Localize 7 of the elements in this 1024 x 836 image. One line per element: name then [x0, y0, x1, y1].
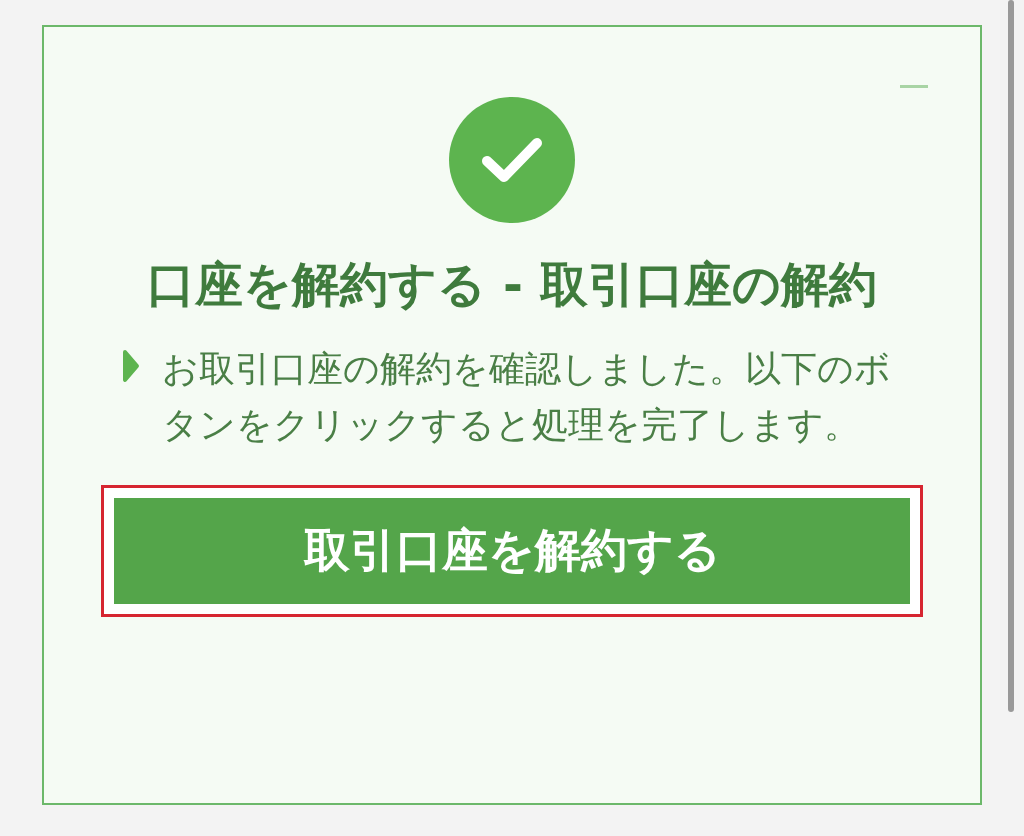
check-circle-icon — [449, 97, 575, 223]
scrollbar[interactable] — [1008, 0, 1014, 712]
bullet-icon — [122, 349, 140, 383]
dialog-title: 口座を解約する - 取引口座の解約 — [146, 255, 878, 314]
close-account-button[interactable]: 取引口座を解約する — [114, 498, 910, 604]
confirmation-message: お取引口座の解約を確認しました。以下のボタンをクリックすると処理を完了します。 — [162, 347, 892, 447]
minimize-icon[interactable] — [900, 85, 928, 88]
